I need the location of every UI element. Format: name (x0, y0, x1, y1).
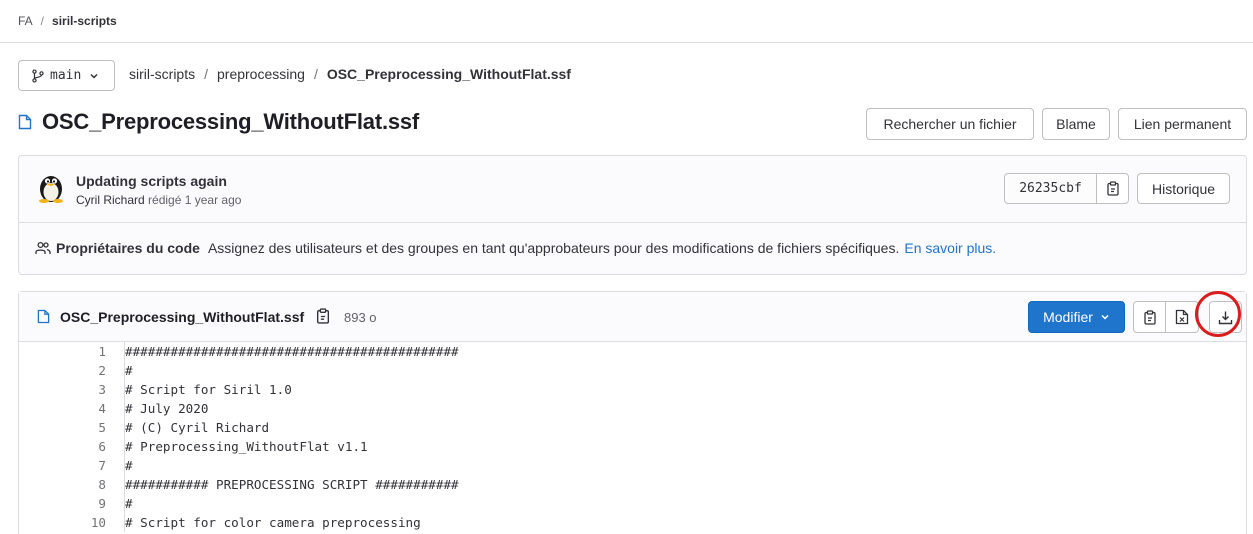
breadcrumb-separator: / (40, 14, 45, 28)
line-gutter (106, 437, 125, 456)
file-size: 893 o (344, 310, 377, 325)
code-line: 10 # Script for color camera preprocessin… (19, 513, 1246, 532)
line-number[interactable]: 2 (19, 363, 106, 378)
line-number[interactable]: 6 (19, 439, 106, 454)
path-separator: / (204, 66, 208, 82)
file-icon (18, 114, 32, 130)
code-line: 4 # July 2020 (19, 399, 1246, 418)
line-number[interactable]: 4 (19, 401, 106, 416)
find-file-button[interactable]: Rechercher un fichier (866, 108, 1034, 140)
code-owners-label: Propriétaires du code (56, 240, 200, 256)
code-view: 1 #######################################… (19, 342, 1246, 532)
line-number[interactable]: 9 (19, 496, 106, 511)
breadcrumb-project-link[interactable]: siril-scripts (52, 14, 117, 28)
raw-file-icon (1175, 309, 1189, 325)
commit-meta: Cyril Richard rédigé 1 year ago (76, 193, 241, 207)
chevron-down-icon (1101, 314, 1109, 320)
copy-sha-button[interactable] (1097, 174, 1128, 203)
copy-path-icon[interactable] (315, 308, 331, 324)
branch-name: main (50, 68, 82, 83)
line-content: # (125, 496, 133, 511)
clipboard-icon (1143, 309, 1156, 325)
file-icon (37, 309, 50, 324)
line-content: ########################################… (125, 344, 459, 359)
code-owners-text: Assignez des utilisateurs et des groupes… (207, 240, 900, 256)
users-icon (35, 241, 51, 254)
line-gutter (106, 361, 125, 380)
file-path-breadcrumb: siril-scripts / preprocessing / OSC_Prep… (129, 66, 571, 82)
line-content: # (C) Cyril Richard (125, 420, 270, 435)
file-header: OSC_Preprocessing_WithoutFlat.ssf 893 o … (19, 291, 1246, 342)
code-line: 5 # (C) Cyril Richard (19, 418, 1246, 437)
line-number[interactable]: 3 (19, 382, 106, 397)
history-button[interactable]: Historique (1137, 173, 1230, 204)
copy-contents-button[interactable] (1133, 301, 1166, 333)
clipboard-icon (1106, 181, 1119, 196)
top-breadcrumb: FA / siril-scripts (0, 0, 1253, 43)
line-number[interactable]: 8 (19, 477, 106, 492)
learn-more-link[interactable]: En savoir plus. (904, 240, 996, 256)
path-root-link[interactable]: siril-scripts (129, 66, 195, 82)
line-gutter (106, 513, 125, 532)
line-gutter (106, 380, 125, 399)
breadcrumb-group-link[interactable]: FA (18, 14, 33, 28)
line-gutter (106, 494, 125, 513)
path-file-link[interactable]: OSC_Preprocessing_WithoutFlat.ssf (327, 66, 571, 82)
permalink-button[interactable]: Lien permanent (1118, 108, 1247, 140)
branch-selector-button[interactable]: main (18, 60, 115, 91)
code-line: 2 # (19, 361, 1246, 380)
line-number[interactable]: 10 (19, 515, 106, 530)
commit-sha-group: 26235cbf (1004, 173, 1129, 204)
line-content: # (125, 363, 133, 378)
commit-sha[interactable]: 26235cbf (1005, 174, 1097, 203)
code-line: 1 #######################################… (19, 342, 1246, 361)
page-title-row: OSC_Preprocessing_WithoutFlat.ssf (18, 109, 419, 135)
branch-icon (32, 68, 44, 83)
code-line: 9 # (19, 494, 1246, 513)
blame-button[interactable]: Blame (1042, 108, 1110, 140)
line-content: ########### PREPROCESSING SCRIPT #######… (125, 477, 459, 492)
line-content: # (125, 458, 133, 473)
code-line: 3 # Script for Siril 1.0 (19, 380, 1246, 399)
line-gutter (106, 342, 125, 361)
modify-dropdown-button[interactable]: Modifier (1028, 301, 1125, 333)
download-button[interactable] (1209, 301, 1242, 333)
chevron-down-icon (90, 73, 98, 79)
line-content: # Preprocessing_WithoutFlat v1.1 (125, 439, 368, 454)
avatar[interactable] (35, 171, 67, 203)
path-separator: / (313, 66, 318, 82)
line-number[interactable]: 7 (19, 458, 106, 473)
file-actions-group (1133, 301, 1242, 333)
code-line: 8 ########### PREPROCESSING SCRIPT ######… (19, 475, 1246, 494)
commit-time: 1 year ago (184, 193, 242, 207)
line-content: # July 2020 (125, 401, 209, 416)
line-gutter (106, 475, 125, 494)
commit-verb: rédigé (148, 193, 182, 207)
code-line: 7 # (19, 456, 1246, 475)
line-number[interactable]: 5 (19, 420, 106, 435)
file-viewer: OSC_Preprocessing_WithoutFlat.ssf 893 o … (18, 291, 1247, 534)
commit-message-link[interactable]: Updating scripts again (76, 173, 227, 189)
code-line: 6 # Preprocessing_WithoutFlat v1.1 (19, 437, 1246, 456)
line-gutter (106, 399, 125, 418)
line-number[interactable]: 1 (19, 344, 106, 359)
download-icon (1218, 311, 1233, 324)
commit-summary: Updating scripts again Cyril Richard réd… (19, 156, 1246, 223)
last-commit-panel: Updating scripts again Cyril Richard réd… (18, 155, 1247, 275)
commit-author-link[interactable]: Cyril Richard (76, 193, 145, 207)
open-raw-button[interactable] (1166, 301, 1199, 333)
page-title: OSC_Preprocessing_WithoutFlat.ssf (42, 109, 420, 134)
line-content: # Script for color camera preprocessing (125, 515, 421, 530)
line-content: # Script for Siril 1.0 (125, 382, 292, 397)
line-gutter (106, 418, 125, 437)
code-owners-row: Propriétaires du code Assignez des utili… (35, 240, 996, 256)
file-name: OSC_Preprocessing_WithoutFlat.ssf (60, 309, 305, 325)
line-gutter (106, 456, 125, 475)
path-folder-link[interactable]: preprocessing (217, 66, 305, 82)
modify-label: Modifier (1043, 309, 1093, 325)
